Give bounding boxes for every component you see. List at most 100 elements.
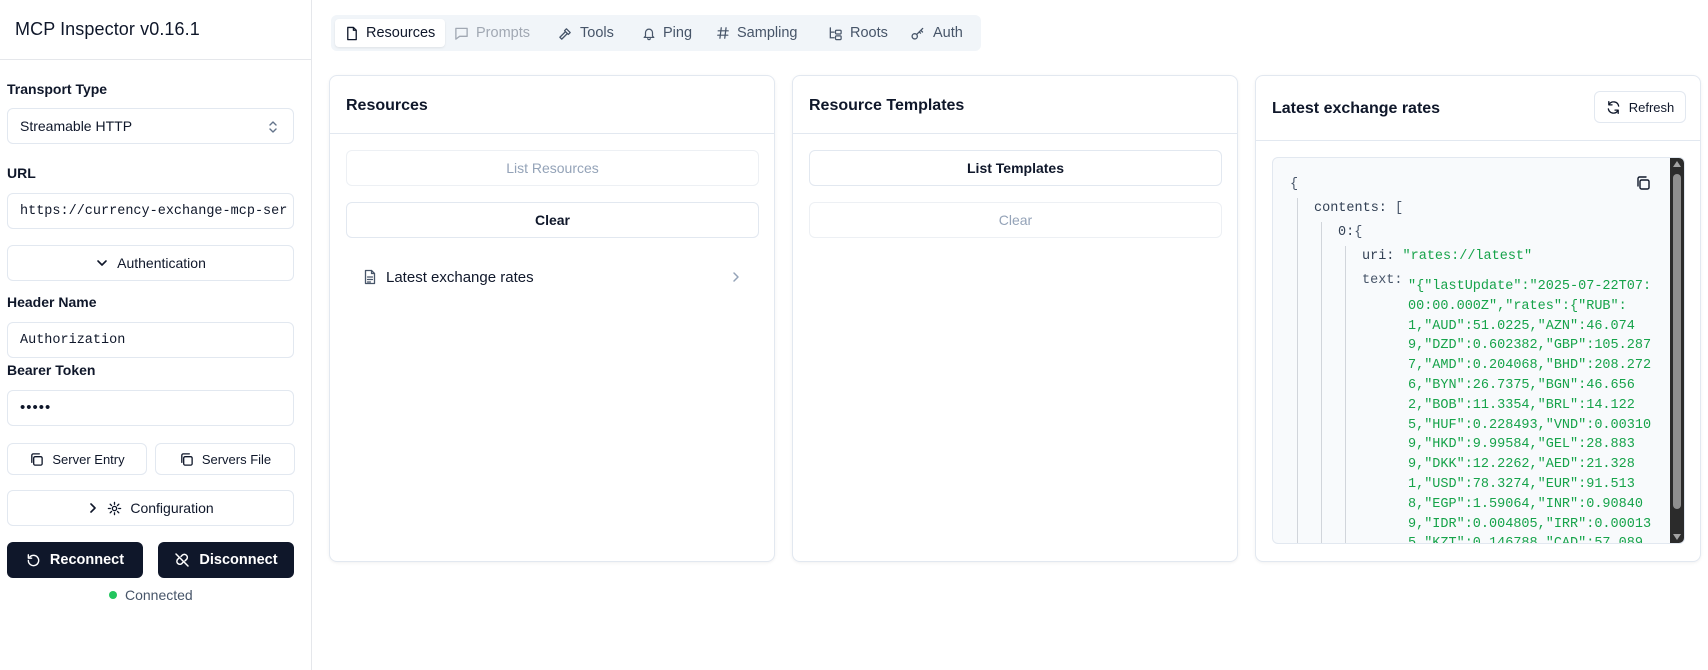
panel-divider [330,133,774,134]
authentication-toggle-button[interactable]: Authentication [7,245,294,281]
tab-label: Resources [366,25,436,41]
transport-type-select[interactable]: Streamable HTTP [7,108,294,144]
json-string-value: "rates://latest" [1402,249,1533,264]
header-name-label: Header Name [7,294,97,310]
bearer-token-label: Bearer Token [7,362,96,378]
unplug-icon [174,552,190,568]
json-uri-line: uri: "rates://latest" [1362,249,1532,264]
refresh-icon [1606,100,1621,115]
copy-icon[interactable] [1635,175,1651,191]
header-name-value: Authorization [20,333,126,348]
json-brace: { [1354,225,1363,240]
file-text-icon [363,269,377,285]
json-key: uri: [1362,249,1395,264]
configuration-toggle-button[interactable]: Configuration [7,490,294,526]
json-indent-guide [1345,246,1346,543]
scroll-up-icon[interactable] [1673,161,1681,167]
panel-divider [793,133,1237,134]
chevron-down-icon [95,256,109,270]
tab-prompts[interactable]: Prompts [444,19,540,47]
bearer-token-value: ••••• [20,399,52,416]
json-indent-guide [1297,198,1298,543]
gear-icon [107,501,122,516]
connection-status: Connected [109,587,193,603]
json-bracket: [ [1395,201,1404,216]
tab-label: Sampling [737,25,798,41]
chevron-right-icon [731,270,741,284]
tab-label: Ping [663,25,693,41]
sidebar-divider [0,59,311,60]
servers-file-label: Servers File [201,451,272,467]
clear-resources-button[interactable]: Clear [346,202,759,238]
scroll-down-icon[interactable] [1673,534,1681,540]
resources-panel-title: Resources [346,97,428,114]
json-open-brace: { [1290,177,1299,192]
json-viewer[interactable]: { contents: [ 0:{ uri: "rates://latest" … [1272,157,1685,544]
url-input-value: https://currency-exchange-mcp-server.exa… [20,204,288,219]
json-indent-guide [1321,222,1322,543]
server-entry-button[interactable]: Server Entry [7,443,147,475]
resource-list-item-label: Latest exchange rates [386,268,534,286]
reconnect-button[interactable]: Reconnect [7,542,143,578]
url-input[interactable]: https://currency-exchange-mcp-server.exa… [7,193,294,229]
json-key: contents: [1314,201,1387,216]
resources-panel: Resources List Resources Clear Latest ex… [329,75,775,562]
json-contents-line: contents: [ [1314,201,1403,216]
json-text-value: "{"lastUpdate":"2025-07-22T07:00:00.000Z… [1408,279,1652,544]
tab-tools[interactable]: Tools [548,19,624,47]
sidebar: MCP Inspector v0.16.1 Transport Type Str… [0,0,312,670]
json-index-line: 0:{ [1338,225,1362,240]
copy-icon [179,452,194,467]
refresh-label: Refresh [1628,99,1675,115]
resource-list-item[interactable]: Latest exchange rates [346,259,759,295]
copy-icon [29,452,44,467]
folder-tree-icon [828,26,843,41]
status-text: Connected [125,587,193,603]
tab-ping[interactable]: Ping [632,19,702,47]
list-templates-button[interactable]: List Templates [809,150,1222,186]
tab-label: Roots [850,25,888,41]
server-entry-label: Server Entry [52,451,125,467]
clear-templates-button[interactable]: Clear [809,202,1222,238]
json-key: 0: [1338,225,1355,240]
servers-file-button[interactable]: Servers File [155,443,295,475]
detail-panel-title: Latest exchange rates [1272,100,1441,117]
app-title: MCP Inspector v0.16.1 [15,19,200,39]
scrollbar-thumb[interactable] [1673,174,1681,509]
transport-type-value: Streamable HTTP [20,118,133,134]
disconnect-label: Disconnect [199,552,278,568]
refresh-button[interactable]: Refresh [1594,91,1686,123]
key-icon [910,26,926,41]
templates-panel-title: Resource Templates [809,97,965,114]
resource-detail-panel: Latest exchange rates Refresh { contents… [1255,75,1701,562]
panel-divider [1256,140,1700,141]
tab-roots[interactable]: Roots [818,19,898,47]
tab-auth[interactable]: Auth [900,19,973,47]
chevron-right-icon [87,501,99,515]
file-icon [345,26,359,41]
hammer-icon [558,26,573,41]
url-label: URL [7,165,36,181]
transport-type-label: Transport Type [7,81,108,97]
configuration-label: Configuration [130,500,214,516]
tab-sampling[interactable]: Sampling [706,19,807,47]
authentication-label: Authentication [117,255,206,271]
message-icon [454,26,469,41]
hash-icon [716,26,730,40]
tab-label: Tools [580,25,614,41]
list-resources-button[interactable]: List Resources [346,150,759,186]
chevron-up-down-icon [267,119,279,135]
json-text-key: text: [1362,273,1403,288]
tab-resources[interactable]: Resources [335,19,446,47]
tab-label: Prompts [476,25,530,41]
resource-templates-panel: Resource Templates List Templates Clear [792,75,1238,562]
json-scrollbar[interactable] [1670,158,1684,543]
disconnect-button[interactable]: Disconnect [158,542,294,578]
reconnect-label: Reconnect [49,552,125,568]
status-dot [109,591,117,599]
rotate-ccw-icon [26,553,41,568]
header-name-input[interactable]: Authorization [7,322,294,358]
bearer-token-input[interactable]: ••••• [7,390,294,426]
bell-icon [642,26,656,41]
tab-label: Auth [933,25,963,41]
